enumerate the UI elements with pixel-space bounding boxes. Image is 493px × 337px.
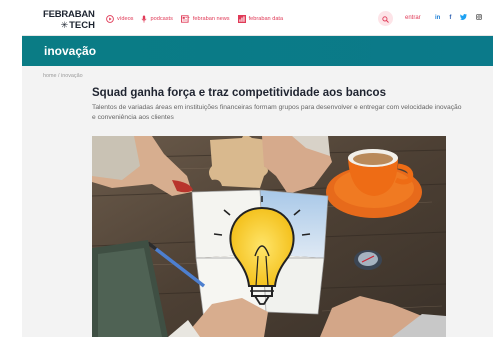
- section-title: inovação: [44, 44, 97, 58]
- logo-top-text: FEBRABAN: [43, 9, 95, 20]
- data-icon: [237, 15, 246, 23]
- nav-item-febraban-data[interactable]: febraban data: [237, 15, 284, 23]
- main-nav: vídeos podcasts febraban news febraban d…: [106, 14, 291, 24]
- febraban-tech-logo[interactable]: FEBRABAN ✳TECH: [43, 10, 95, 30]
- nav-item-videos[interactable]: vídeos: [106, 15, 133, 23]
- linkedin-icon[interactable]: in: [435, 15, 440, 21]
- logo-bottom-text: ✳TECH: [43, 19, 95, 31]
- logo-bottom-label: TECH: [69, 19, 95, 31]
- page-frame: FEBRABAN ✳TECH vídeos podcasts febraban …: [22, 0, 493, 337]
- breadcrumb-home[interactable]: home: [43, 73, 57, 79]
- section-banner: inovação: [22, 36, 493, 66]
- nav-label-febraban-data: febraban data: [248, 16, 284, 22]
- instagram-icon[interactable]: [476, 14, 483, 22]
- breadcrumb-current[interactable]: inovação: [61, 73, 83, 79]
- search-button[interactable]: [378, 11, 393, 26]
- site-header: FEBRABAN ✳TECH vídeos podcasts febraban …: [22, 0, 493, 36]
- social-links: in f: [435, 14, 491, 22]
- twitter-icon[interactable]: [460, 14, 468, 22]
- nav-label-videos: vídeos: [117, 16, 134, 22]
- play-icon: [106, 15, 114, 23]
- search-icon: [382, 10, 389, 28]
- news-icon: [180, 15, 190, 23]
- nav-item-febraban-news[interactable]: febraban news: [180, 15, 230, 23]
- article-subtitle: Talentos de variadas áreas em instituiçõ…: [92, 104, 462, 121]
- breadcrumb-separator: /: [58, 73, 60, 79]
- article-title: Squad ganha força e traz competitividade…: [92, 87, 386, 99]
- nav-label-podcasts: podcasts: [150, 16, 173, 22]
- microphone-icon: [141, 15, 147, 23]
- login-link[interactable]: entrar: [405, 15, 421, 21]
- breadcrumb: home / inovação: [43, 73, 83, 79]
- nav-item-podcasts[interactable]: podcasts: [141, 15, 173, 23]
- teamwork-lightbulb-illustration: [92, 136, 446, 337]
- nav-label-febraban-news: febraban news: [192, 16, 230, 22]
- facebook-icon[interactable]: f: [449, 15, 451, 21]
- asterisk-icon: ✳: [60, 19, 69, 30]
- article-hero-image: [92, 136, 446, 337]
